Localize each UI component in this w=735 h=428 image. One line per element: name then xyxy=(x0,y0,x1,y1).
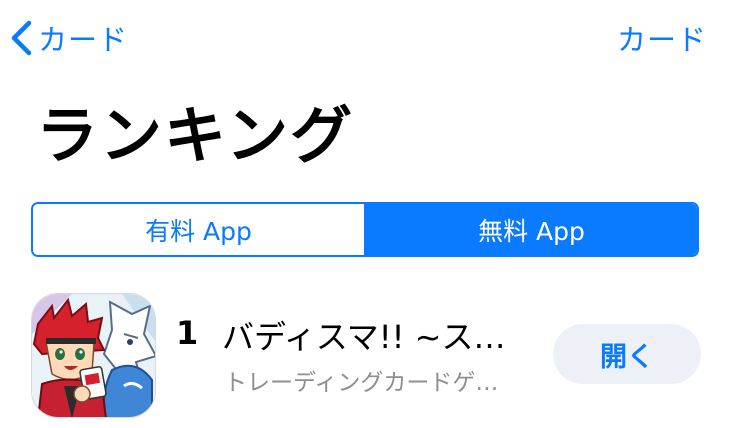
app-name[interactable]: バディスマ!! ~ス… xyxy=(222,312,505,358)
list-item[interactable]: 1 バディスマ!! ~ス… トレーディングカードゲ… 開く xyxy=(0,290,735,418)
chevron-left-icon xyxy=(11,20,32,56)
back-button[interactable]: カード xyxy=(10,18,128,58)
segmented-control: 有料 App 無料 App xyxy=(31,202,699,257)
rank-number: 1 xyxy=(176,314,199,352)
app-icon[interactable] xyxy=(31,293,156,418)
back-button-label: カード xyxy=(38,23,129,57)
page-title: ランキング xyxy=(36,99,355,172)
app-category: トレーディングカードゲ… xyxy=(224,370,499,396)
nav-right-button[interactable]: カード xyxy=(617,18,707,58)
open-button[interactable]: 開く xyxy=(553,324,701,384)
segment-free[interactable]: 無料 App xyxy=(366,204,697,255)
segment-paid[interactable]: 有料 App xyxy=(33,204,366,255)
